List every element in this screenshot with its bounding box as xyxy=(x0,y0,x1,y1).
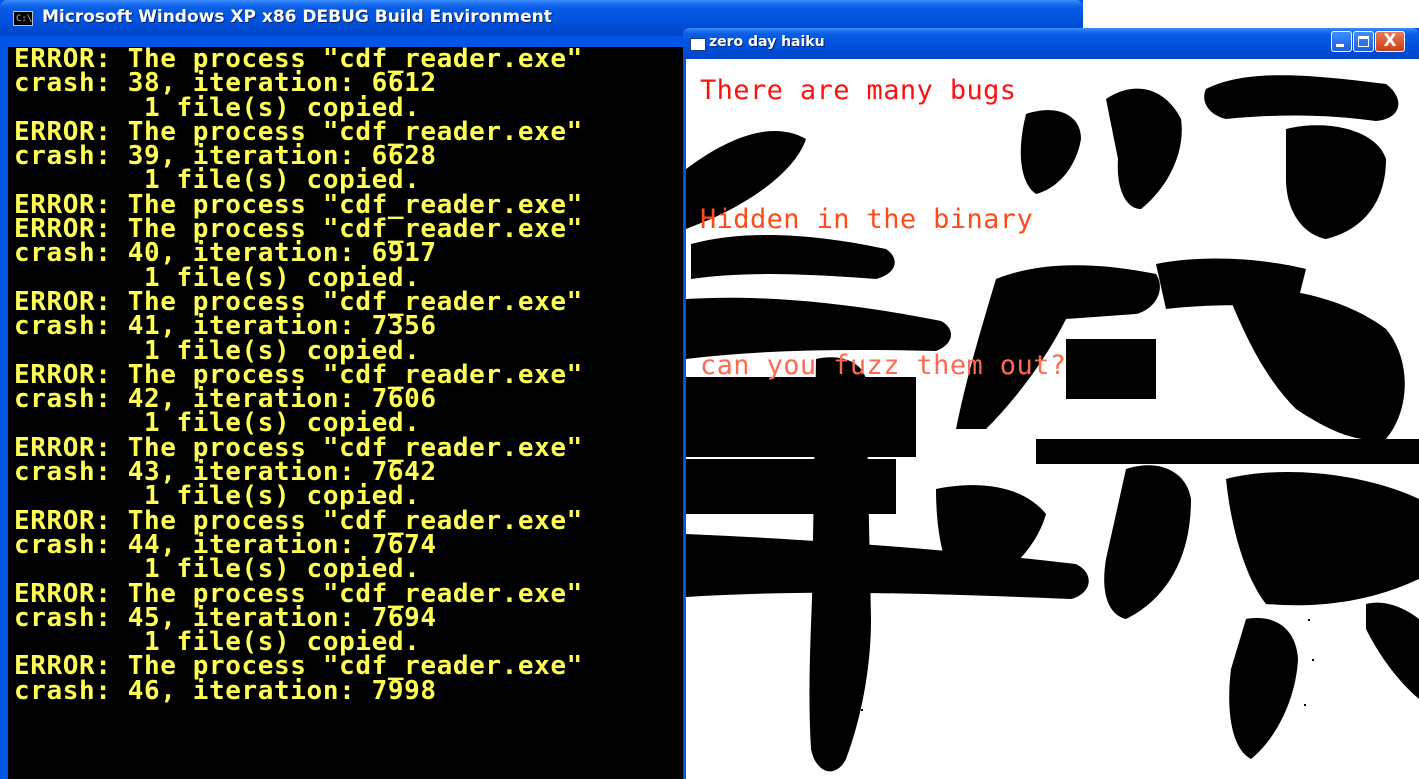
maximize-button[interactable] xyxy=(1353,31,1374,52)
haiku-canvas: There are many bugs Hidden in the binary… xyxy=(686,59,1419,779)
close-icon: X xyxy=(1383,31,1397,51)
console-window-title: Microsoft Windows XP x86 DEBUG Build Env… xyxy=(42,7,552,27)
command-prompt-icon[interactable]: C:\ xyxy=(13,11,33,26)
console-line-crash: crash: 46, iteration: 7998 xyxy=(14,675,437,706)
application-window-icon[interactable] xyxy=(690,38,706,51)
maximize-icon xyxy=(1358,36,1369,47)
console-line-crash: crash: 41, iteration: 7356 xyxy=(14,311,437,342)
console-line-crash: crash: 38, iteration: 6612 xyxy=(14,68,437,99)
console-line-copied: 1 file(s) copied. xyxy=(14,481,421,512)
kanji-calligraphy-art xyxy=(686,75,1419,772)
haiku-line-2: Hidden in the binary xyxy=(700,204,1034,235)
minimize-icon xyxy=(1336,44,1344,47)
haiku-window-title: zero day haiku xyxy=(709,34,825,50)
minimize-button[interactable] xyxy=(1331,31,1352,52)
console-output-lines: ERROR: The process "cdf_reader.exe" crash… xyxy=(14,47,583,706)
console-line-copied: 1 file(s) copied. xyxy=(14,554,421,585)
close-button[interactable]: X xyxy=(1375,31,1405,52)
haiku-line-3: can you fuzz them out? xyxy=(700,350,1067,381)
haiku-line-1: There are many bugs xyxy=(700,75,1017,106)
haiku-title-bar[interactable]: zero day haiku X xyxy=(683,28,1419,59)
haiku-window[interactable]: zero day haiku X There are many bugs Hid… xyxy=(683,28,1419,779)
